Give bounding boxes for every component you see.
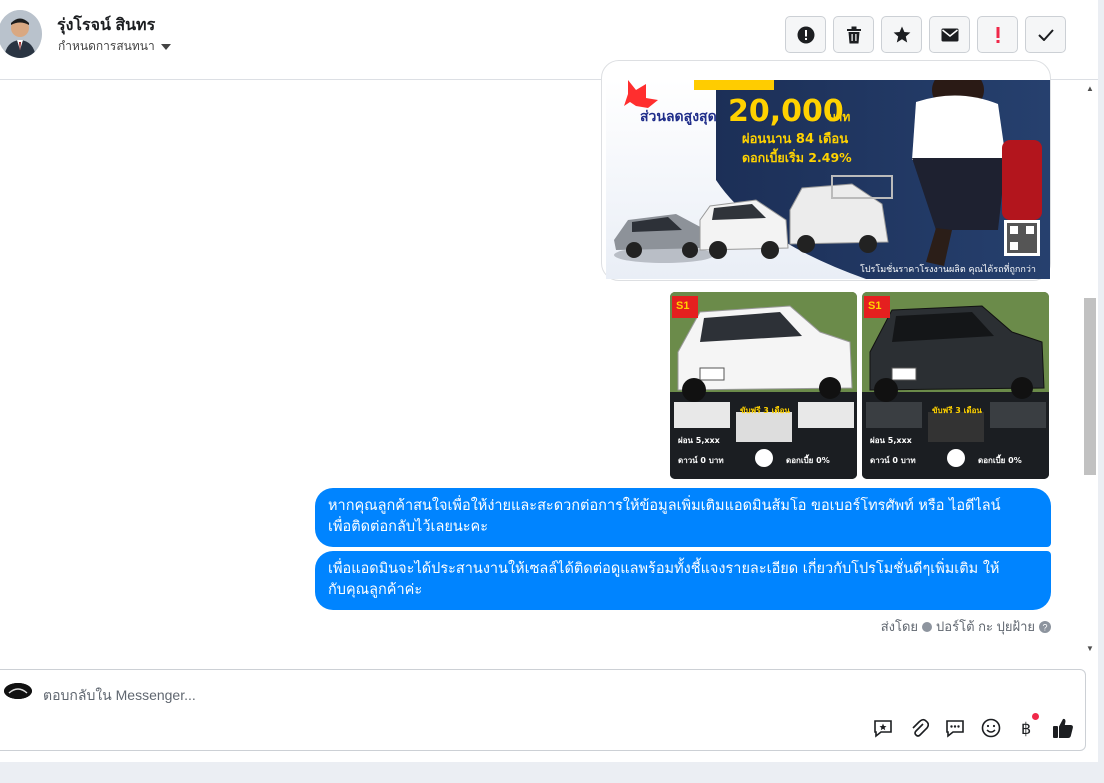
scroll-down-icon[interactable]: ▼ (1086, 644, 1094, 653)
message-bubble[interactable]: เพื่อแอดมินจะได้ประสานงานให้เซลล์ได้ติดต… (315, 551, 1051, 610)
sent-by-info: ส่งโดย ปอร์โต้ กะ ปุยฝ้าย ? (881, 616, 1051, 637)
truck-tag: S1 (868, 300, 882, 312)
composer-tools: ฿ (871, 713, 1075, 740)
free-drive-label: ขับฟรี 3 เดือน (932, 406, 982, 415)
interest-label: ดอกเบี้ยเริ่ม 2.49% (742, 150, 852, 165)
contact-name[interactable]: รุ่งโรจน์ สินทร (57, 13, 155, 38)
message-line: หากคุณลูกค้าสนใจเพื่อให้ง่ายและสะดวกต่อก… (328, 498, 1001, 514)
down-payment-label: ดาวน์ 0 บาท (678, 456, 724, 465)
promo-ad-image[interactable]: ส่วนลดสูงสุด 20,000 บาท ผ่อนนาน 84 เดือน… (606, 80, 1050, 279)
scrollbar-thumb[interactable] (1084, 298, 1096, 475)
reply-input[interactable]: ตอบกลับใน Messenger... (43, 685, 196, 707)
conversation-panel: รุ่งโรจน์ สินทร กำหนดการสนทนา ส่วนลดสูงส… (0, 0, 1098, 762)
monthly-label: ผ่อน 5,xxx (870, 436, 912, 445)
caret-down-icon (160, 43, 171, 50)
mark-unread-button[interactable] (929, 16, 970, 53)
assign-label: กำหนดการสนทนา (58, 39, 155, 53)
sent-by-prefix: ส่งโดย (880, 619, 919, 634)
important-button[interactable] (977, 16, 1018, 53)
assign-conversation-dropdown[interactable]: กำหนดการสนทนา (58, 37, 171, 56)
partially-hidden-text: ▂▂▂▂▂▂ ▂▂▂▂ ▂▂▂▂▂▂▂▂▂ (435, 652, 602, 659)
baht-payment-icon[interactable]: ฿ (1015, 713, 1039, 740)
question-circle-icon[interactable]: ? (1039, 620, 1051, 633)
promo-footer-text: โปรโมชั่นราคาโรงงานผลิต คุณได้รถที่ถูกกว… (860, 265, 1036, 275)
truck-image-black[interactable]: S1 ขับฟรี 3 เดือน ผ่อน 5,xxx ดาวน์ 0 บาท… (862, 292, 1049, 479)
discount-label: ส่วนลดสูงสุด (640, 109, 717, 125)
truck-image-white[interactable]: S1 ขับฟรี 3 เดือน ผ่อน 5,xxx ดาวน์ 0 บาท… (670, 292, 857, 479)
currency-label: บาท (828, 110, 851, 124)
down-payment-label: ดาวน์ 0 บาท (870, 456, 916, 465)
discount-amount: 20,000 (728, 94, 844, 129)
report-button[interactable] (785, 16, 826, 53)
star-button[interactable] (881, 16, 922, 53)
svg-text:?: ? (1042, 622, 1047, 632)
saved-reply-icon[interactable] (871, 716, 895, 740)
envelope-icon (941, 28, 958, 41)
scroll-up-icon[interactable]: ▲ (1086, 84, 1094, 93)
thumbs-up-icon[interactable] (1051, 716, 1075, 740)
sender-avatar-icon (922, 621, 933, 632)
trash-icon (846, 26, 861, 43)
interest-label: ดอกเบี้ย 0% (978, 456, 1022, 465)
notification-badge (1032, 713, 1039, 720)
chat-bubble-icon[interactable] (943, 716, 967, 740)
checkmark-icon (1037, 28, 1054, 41)
delete-button[interactable] (833, 16, 874, 53)
attachment-icon[interactable] (907, 716, 931, 740)
svg-text:฿: ฿ (1021, 719, 1031, 738)
emoji-icon[interactable] (979, 716, 1003, 740)
interest-label: ดอกเบี้ย 0% (786, 456, 830, 465)
done-button[interactable] (1025, 16, 1066, 53)
alert-circle-icon (797, 26, 814, 43)
contact-avatar[interactable] (0, 10, 42, 58)
reply-composer: ตอบกลับใน Messenger... ฿ (0, 669, 1086, 751)
sender-name[interactable]: ปอร์โต้ กะ ปุยฝ้าย (936, 616, 1035, 637)
page-avatar (4, 683, 32, 699)
message-line: กับคุณลูกค้าค่ะ (328, 582, 423, 598)
message-line: เพื่อติดต่อกลับไว้เลยนะคะ (328, 519, 489, 535)
installment-label: ผ่อนนาน 84 เดือน (742, 132, 849, 147)
message-line: เพื่อแอดมินจะได้ประสานงานให้เซลล์ได้ติดต… (328, 561, 1000, 577)
message-bubble[interactable]: หากคุณลูกค้าสนใจเพื่อให้ง่ายและสะดวกต่อก… (315, 488, 1051, 547)
truck-tag: S1 (676, 300, 690, 312)
conversation-actions (785, 16, 1066, 53)
free-drive-label: ขับฟรี 3 เดือน (740, 406, 790, 415)
exclamation-icon (996, 26, 999, 43)
star-icon (893, 26, 910, 42)
monthly-label: ผ่อน 5,xxx (678, 436, 720, 445)
